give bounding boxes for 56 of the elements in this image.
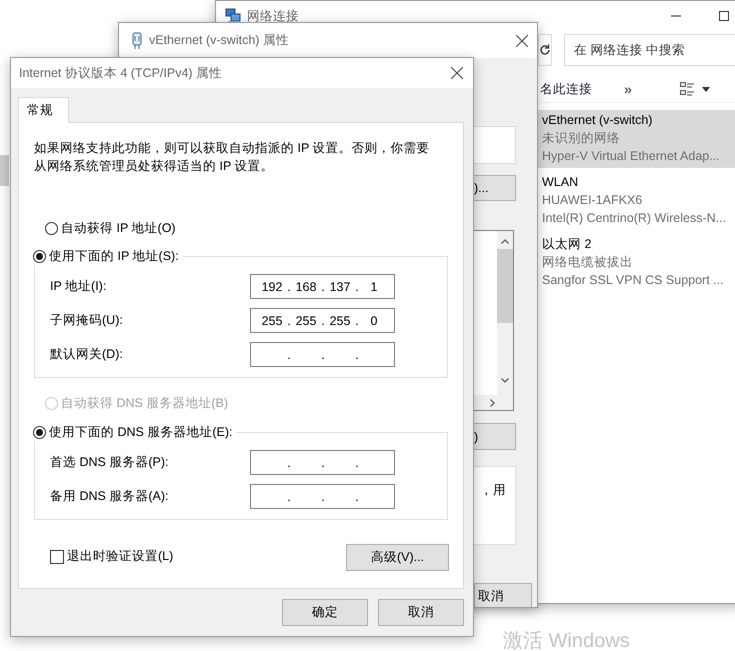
connection-status: 网络电缆被拔出 — [542, 254, 634, 271]
connection-status: HUAWEI-1AFKX6 — [542, 192, 644, 209]
network-icon — [225, 8, 241, 24]
scroll-right-icon[interactable] — [490, 399, 495, 407]
connection-item[interactable]: 以太网 2 网络电缆被拔出 Sangfor SSL VPN CS Support ... — [538, 234, 735, 292]
connection-item[interactable]: WLAN HUAWEI-1AFKX6 Intel(R) Centrino(R) Wireless-N... — [538, 172, 735, 230]
window-title: Internet 协议版本 4 (TCP/IPv4) 属性 — [19, 64, 222, 82]
field-label: 首选 DNS 服务器(P): — [50, 454, 168, 471]
activation-notice: 激活 Windows — [503, 629, 630, 651]
radio-button[interactable]: 使用下面的 DNS 服务器地址(E): — [33, 423, 232, 441]
ok-button[interactable]: 确定 — [282, 599, 368, 626]
radio-button[interactable]: 使用下面的 IP 地址(S): — [33, 247, 179, 265]
description-text: ，用 — [480, 482, 506, 499]
maximize-icon — [719, 11, 729, 21]
connection-item[interactable]: vEthernet (v-switch) 未识别的网络 Hyper-V Virtual Ethernet Adap... — [538, 110, 735, 168]
field-label: 子网掩码(U): — [50, 312, 123, 329]
scroll-up-icon[interactable] — [501, 239, 509, 244]
sidebar-highlight — [0, 155, 9, 186]
rename-button[interactable]: 名此连接 — [538, 80, 594, 98]
window-title: vEthernet (v-switch) 属性 — [149, 32, 289, 49]
field-label: 备用 DNS 服务器(A): — [50, 488, 168, 505]
adapter-name: Sangfor SSL VPN CS Support ... — [542, 272, 725, 289]
cancel-button[interactable]: 取消 — [378, 599, 464, 626]
window-title: 网络连接 — [247, 8, 299, 24]
connection-name: WLAN — [542, 174, 580, 191]
ip-address-field[interactable]: 255 . 255 . 255 . 0 — [250, 308, 395, 333]
scrollbar-thumb[interactable] — [497, 249, 513, 323]
caret-icon — [702, 86, 710, 92]
connection-name: vEthernet (v-switch) — [542, 112, 654, 129]
ip-address-field[interactable]: 192 . 168 . 137 . 1 — [250, 274, 395, 299]
refresh-button[interactable] — [538, 34, 552, 66]
ip-address-field[interactable]: . . . — [250, 484, 395, 509]
refresh-icon — [539, 44, 551, 56]
advanced-button[interactable]: 高级(V)... — [346, 544, 449, 571]
scroll-down-icon[interactable] — [501, 378, 509, 383]
close-icon — [451, 67, 463, 79]
description-text: 如果网络支持此功能，则可以获取自动指派的 IP 设置。否则，你需要从网络系统管理员处获得适当的 IP 设置。 — [34, 140, 430, 175]
adapter-name: Hyper-V Virtual Ethernet Adap... — [542, 148, 721, 165]
search-field[interactable]: 在 网络连接 中搜索 — [564, 34, 735, 66]
connection-status: 未识别的网络 — [542, 130, 621, 147]
radio-button[interactable]: 自动获得 IP 地址(O) — [45, 219, 176, 237]
field-label: 默认网关(D): — [50, 346, 123, 363]
cancel-button[interactable]: 取消 — [474, 583, 532, 607]
view-options-icon — [680, 82, 694, 96]
close-icon — [516, 34, 528, 46]
field-label: IP 地址(I): — [50, 278, 106, 295]
ip-address-field[interactable]: . . . — [250, 450, 395, 475]
adapter-name: Intel(R) Centrino(R) Wireless-N... — [542, 210, 728, 227]
ip-address-field[interactable]: . . . — [250, 342, 395, 367]
tab[interactable]: 常规 — [18, 97, 69, 123]
properties-button[interactable]: ) — [471, 423, 516, 450]
configure-button[interactable]: )... — [471, 175, 516, 201]
more-button[interactable]: » — [622, 81, 634, 97]
connection-name: 以太网 2 — [542, 236, 592, 253]
checkbox[interactable]: 退出时验证设置(L) — [50, 548, 174, 566]
adapter-icon — [131, 32, 143, 50]
